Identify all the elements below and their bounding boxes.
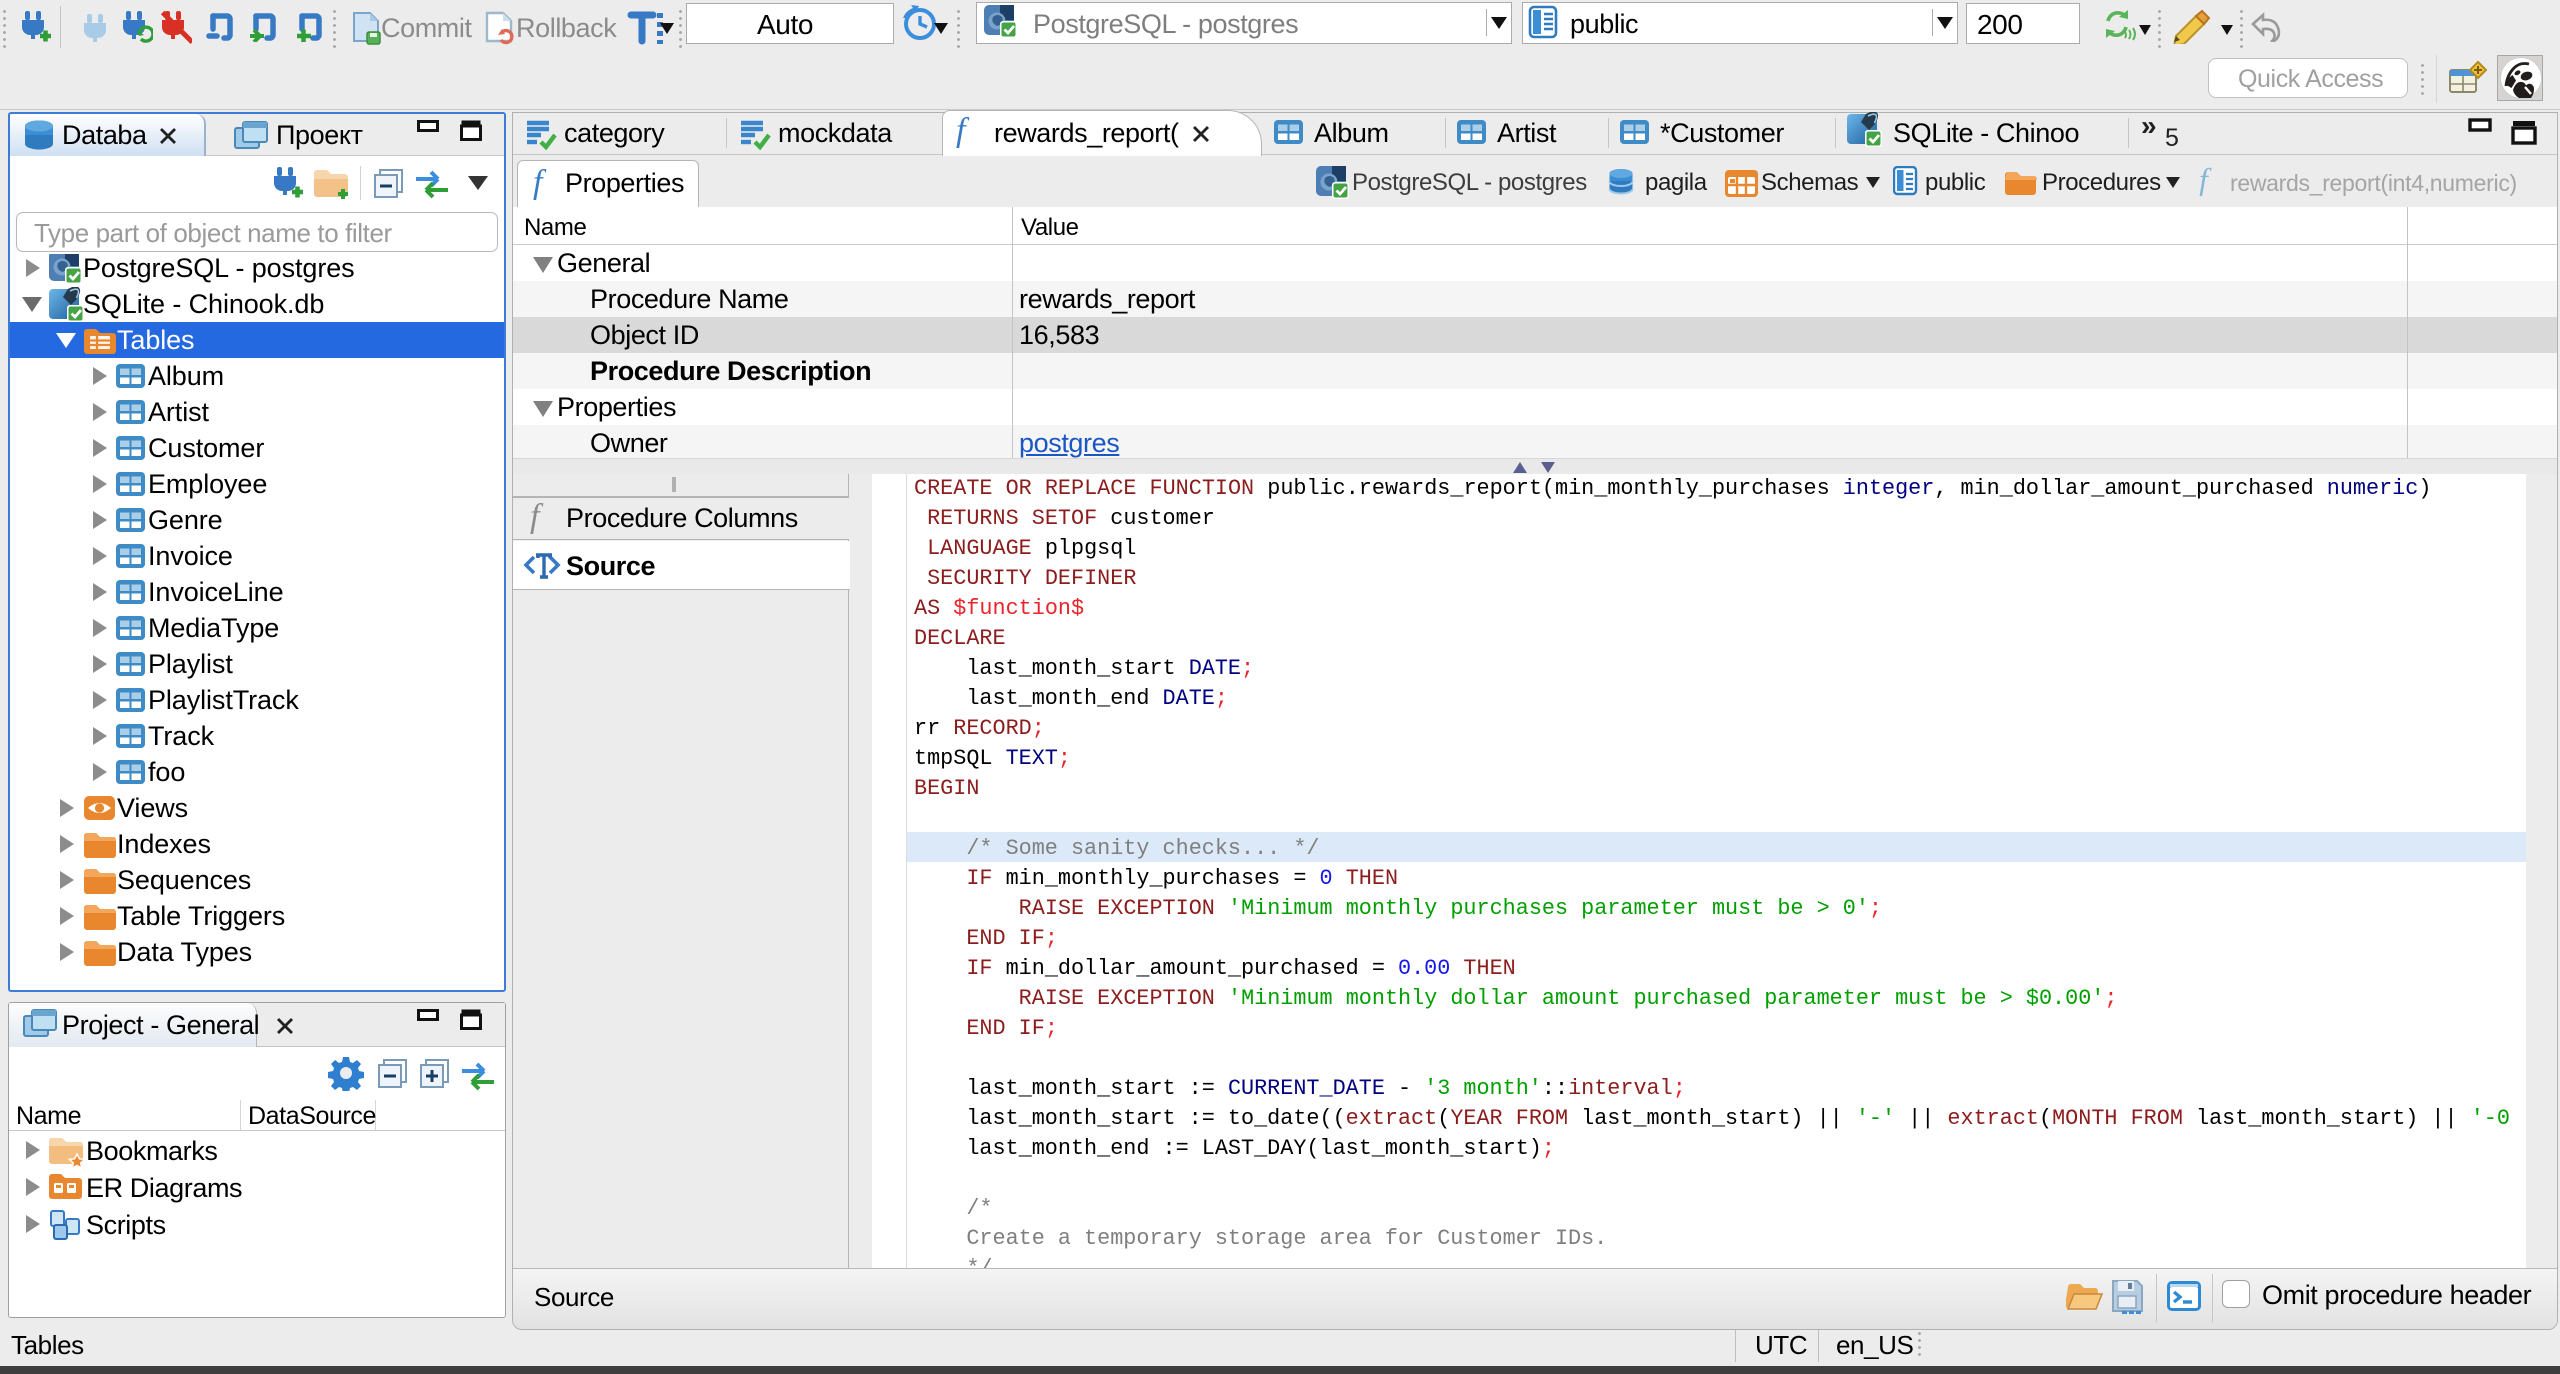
svg-text:f: f (956, 114, 970, 148)
svg-text:f: f (2199, 164, 2212, 196)
svg-text:f: f (530, 500, 544, 534)
svg-text:f: f (533, 166, 547, 200)
